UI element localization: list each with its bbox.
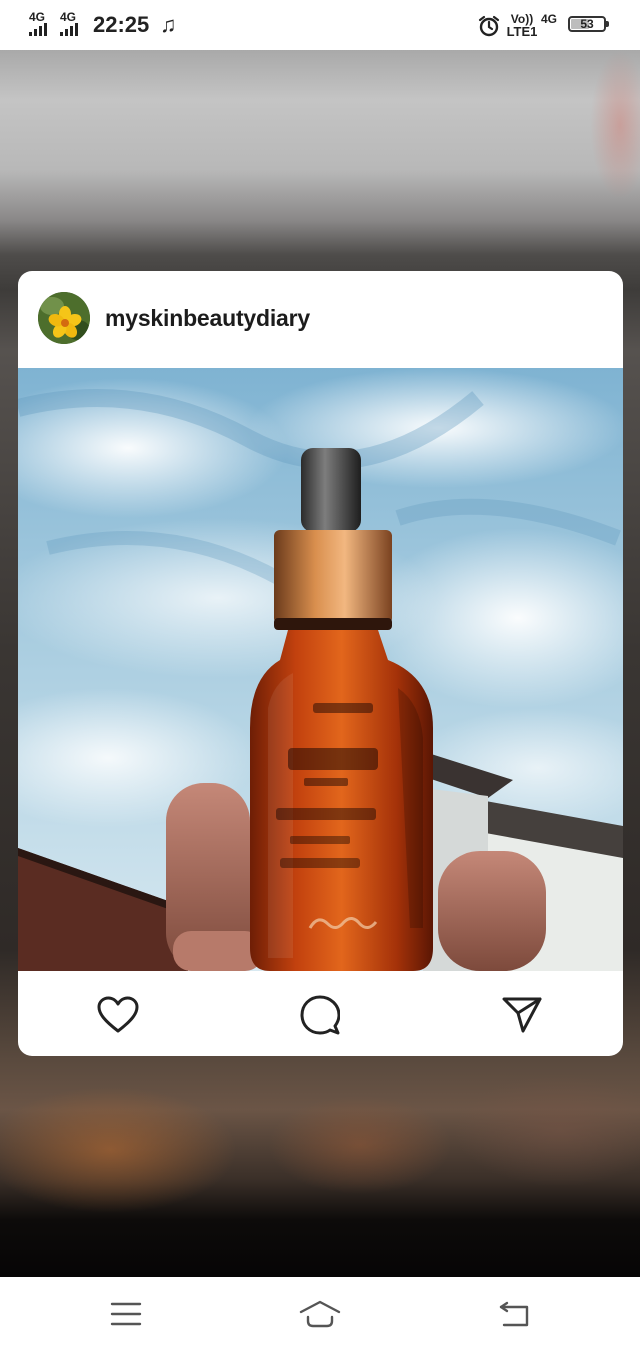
battery-level: 53 <box>580 17 594 31</box>
flower-avatar[interactable] <box>38 292 90 344</box>
sim1-network-label: 4G <box>29 10 46 24</box>
comment-icon <box>300 995 340 1035</box>
mobile-data-label: 4G <box>541 12 558 26</box>
send-icon <box>502 997 542 1033</box>
back-icon <box>499 1301 529 1327</box>
post-username[interactable]: myskinbeautydiary <box>105 304 310 332</box>
status-bar: 4G 4G 22:25 ♫ Vo)) LTE1 4G 53 <box>0 0 640 50</box>
volte-indicator: Vo)) LTE1 <box>505 13 539 38</box>
home-icon <box>299 1300 341 1328</box>
lte-label: LTE1 <box>506 24 538 39</box>
serum-bottle-photo <box>18 368 623 971</box>
alarm-icon <box>478 15 500 42</box>
music-note-icon: ♫ <box>160 12 177 37</box>
recent-apps-button[interactable] <box>104 1294 148 1334</box>
sim2-network-label: 4G <box>60 10 77 24</box>
home-button[interactable] <box>298 1294 342 1334</box>
post-preview-card: myskinbeautydiary <box>18 271 623 1056</box>
sim1-signal-icon: 4G <box>29 11 57 37</box>
menu-icon <box>110 1302 142 1326</box>
clock-time: 22:25 <box>93 12 150 37</box>
post-actions-bar <box>18 971 623 1056</box>
comment-button[interactable] <box>298 993 342 1037</box>
system-navigation-bar <box>0 1277 640 1351</box>
sim2-signal-icon: 4G <box>60 11 88 37</box>
back-button[interactable] <box>493 1294 537 1334</box>
share-button[interactable] <box>500 993 544 1037</box>
heart-icon <box>97 996 139 1033</box>
like-button[interactable] <box>96 993 140 1037</box>
post-header: myskinbeautydiary <box>18 271 623 368</box>
battery-icon: 53 <box>568 16 609 32</box>
